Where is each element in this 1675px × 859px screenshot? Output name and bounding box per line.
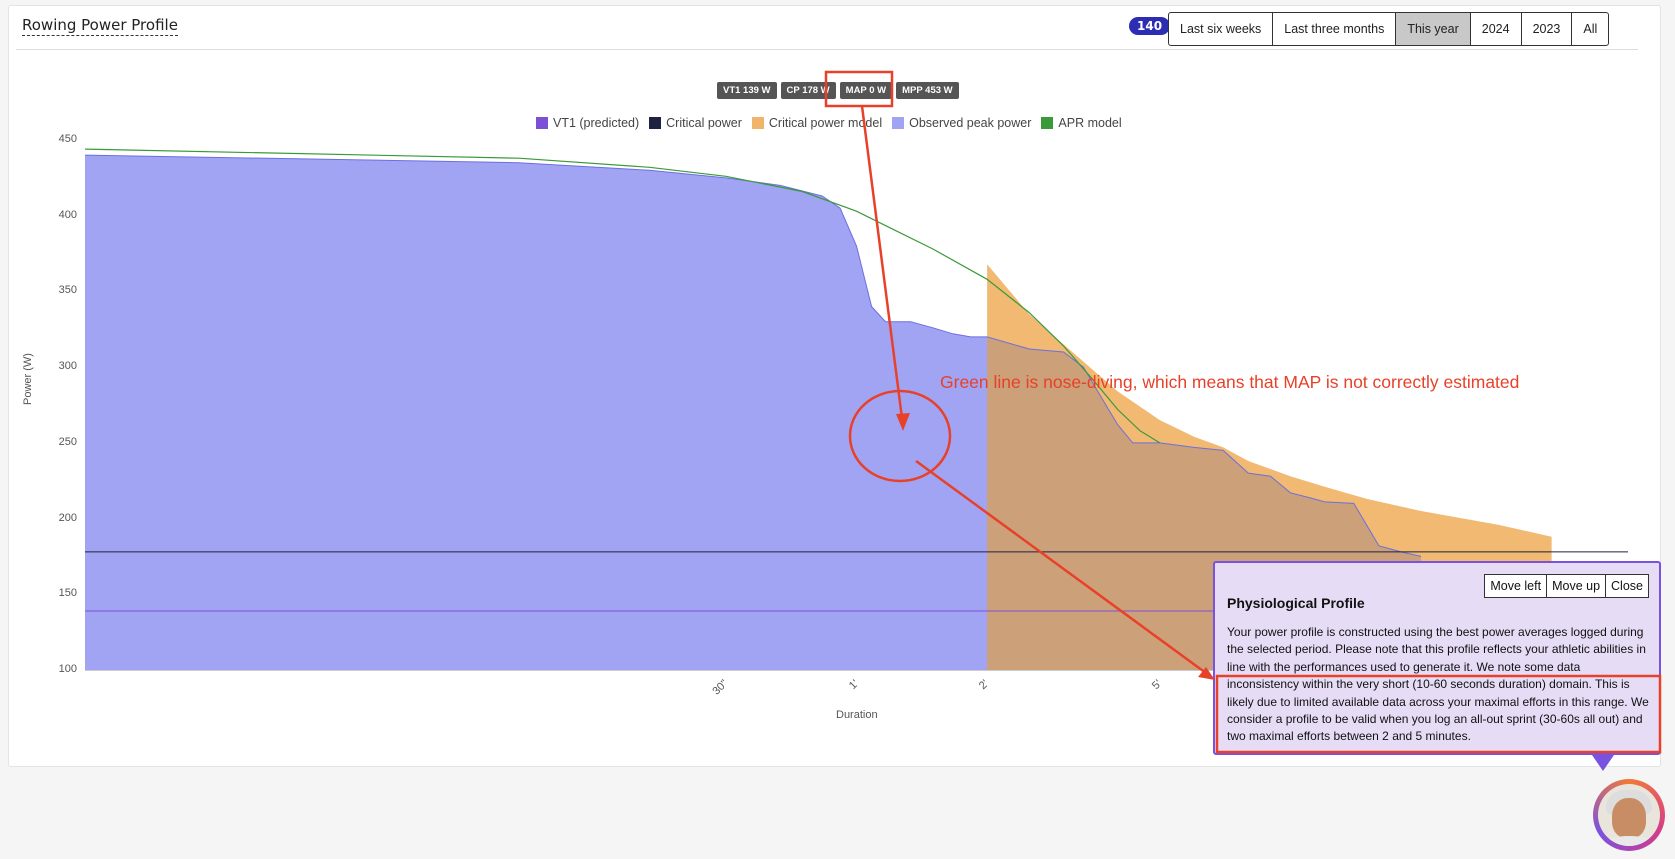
y-tick-label: 450: [58, 133, 77, 145]
popover-body: Your power profile is constructed using …: [1227, 625, 1649, 744]
y-tick-label: 400: [58, 208, 77, 221]
annotation-text: Green line is nose-diving, which means t…: [940, 372, 1520, 392]
x-axis-label: Duration: [836, 709, 878, 721]
y-tick-label: 150: [58, 587, 77, 600]
move-up-button[interactable]: Move up: [1546, 574, 1607, 598]
y-tick-label: 300: [58, 360, 77, 373]
y-axis-label: Power (W): [22, 353, 34, 405]
popover-title: Physiological Profile: [1227, 595, 1365, 611]
y-tick-label: 100: [58, 663, 77, 675]
move-left-button[interactable]: Move left: [1484, 574, 1548, 598]
y-tick-label: 250: [58, 435, 77, 448]
avatar-shoulders: [1603, 836, 1655, 846]
physiological-profile-popover: Move left Move up Close Physiological Prof…: [1213, 561, 1661, 755]
avatar-face: [1612, 798, 1646, 838]
assistant-avatar[interactable]: [1593, 779, 1665, 851]
popover-actions: Move left Move up Close: [1484, 574, 1649, 598]
avatar-portrait: [1598, 784, 1660, 846]
y-tick-label: 200: [58, 511, 77, 524]
close-button[interactable]: Close: [1605, 574, 1649, 598]
popover-tail: [1592, 755, 1614, 771]
y-tick-label: 350: [58, 284, 77, 297]
